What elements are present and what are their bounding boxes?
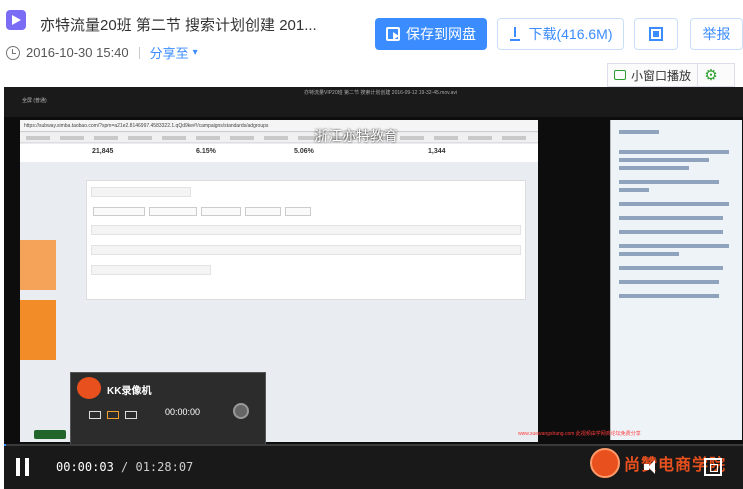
save-icon: [386, 27, 400, 41]
volume-icon[interactable]: [644, 460, 660, 474]
recording-badge: [34, 430, 66, 439]
recorded-screen: https://subway.simba.taobao.com/?spm=a21…: [20, 120, 538, 461]
duration: 01:28:07: [135, 460, 194, 474]
recorded-chat-panel: [610, 120, 742, 440]
stat-2: 6.15%: [196, 148, 216, 155]
clock-icon: [6, 45, 20, 60]
player-controls: 00:00:03 / 01:28:07 尚赞电商学院: [4, 446, 743, 489]
stat-3: 5.06%: [294, 148, 314, 155]
download-label: 下载(416.6M): [528, 26, 613, 42]
download-icon: [508, 27, 522, 41]
recorded-url-bar: https://subway.simba.taobao.com/?spm=a21…: [20, 120, 538, 132]
fullscreen-icon[interactable]: [704, 458, 722, 476]
video-watermark: 浙江亦特教育: [314, 129, 398, 145]
video-top-caption: 亦特流量VIP20班 第二节 搜索计划创建 2016-09-12 19-32-4…: [304, 90, 458, 96]
kk-recorder-time: 00:00:00: [165, 407, 201, 417]
stat-4: 1,344: [428, 148, 446, 155]
recorded-campaign-panel: [86, 180, 526, 300]
report-label: 举报: [702, 26, 731, 42]
save-label: 保存到网盘: [406, 26, 476, 42]
kk-mode-icons: [89, 411, 143, 421]
video-top-left: 全屏 (普通): [22, 98, 47, 104]
current-time: 00:00:03: [56, 460, 114, 474]
recorded-side-ad: [20, 240, 56, 290]
chevron-down-icon: ▾: [192, 47, 198, 58]
video-top-strip: 全屏 (普通) 亦特流量VIP20班 第二节 搜索计划创建 2016-09-12…: [4, 87, 743, 117]
kk-recorder-title: KK录像机: [107, 386, 152, 397]
recorded-stats-row: 21,845 6.15% 5.06% 1,344: [20, 144, 538, 162]
share-label: 分享至: [149, 46, 189, 61]
meta-divider: [138, 46, 140, 59]
kk-logo-icon: [77, 377, 101, 399]
file-title: 亦特流量20班 第二节 搜索计划创建 201...: [40, 17, 317, 34]
video-file-icon: [6, 10, 26, 30]
tv-icon: [614, 70, 626, 80]
pause-button[interactable]: [16, 458, 32, 476]
kk-record-icon: [233, 403, 249, 419]
time-separator: /: [113, 460, 136, 474]
share-menu[interactable]: 分享至 ▾: [150, 43, 198, 62]
qrcode-icon: [649, 27, 663, 41]
download-button[interactable]: 下载(416.6M): [497, 18, 624, 50]
upload-date: 2016-10-30 15:40: [26, 45, 129, 60]
recorded-qr-ad: [20, 300, 56, 360]
settings-gear-icon[interactable]: ⚙: [698, 64, 724, 86]
stat-1: 21,845: [92, 148, 114, 155]
report-button[interactable]: 举报: [690, 18, 743, 50]
time-display: 00:00:03 / 01:28:07: [56, 460, 193, 474]
mini-player-label: 小窗口播放: [631, 68, 692, 83]
file-header: 亦特流量20班 第二节 搜索计划创建 201... 2016-10-30 15:…: [0, 0, 743, 87]
qrcode-button[interactable]: [634, 18, 678, 50]
video-ticker: www.xuewangshang.com 此视频由学网商论坛免费分享: [518, 431, 641, 437]
video-player[interactable]: 全屏 (普通) 亦特流量VIP20班 第二节 搜索计划创建 2016-09-12…: [4, 87, 743, 489]
mini-player-button[interactable]: 小窗口播放: [608, 64, 699, 86]
file-meta: 2016-10-30 15:40 分享至 ▾: [6, 43, 198, 62]
brand-logo-icon: [590, 448, 620, 478]
mini-player-bar: 小窗口播放 ⚙: [607, 63, 735, 87]
save-to-netdisk-button[interactable]: 保存到网盘: [375, 18, 487, 50]
recorded-bookmarks: [20, 133, 538, 143]
page-root: 亦特流量20班 第二节 搜索计划创建 201... 2016-10-30 15:…: [0, 0, 743, 489]
